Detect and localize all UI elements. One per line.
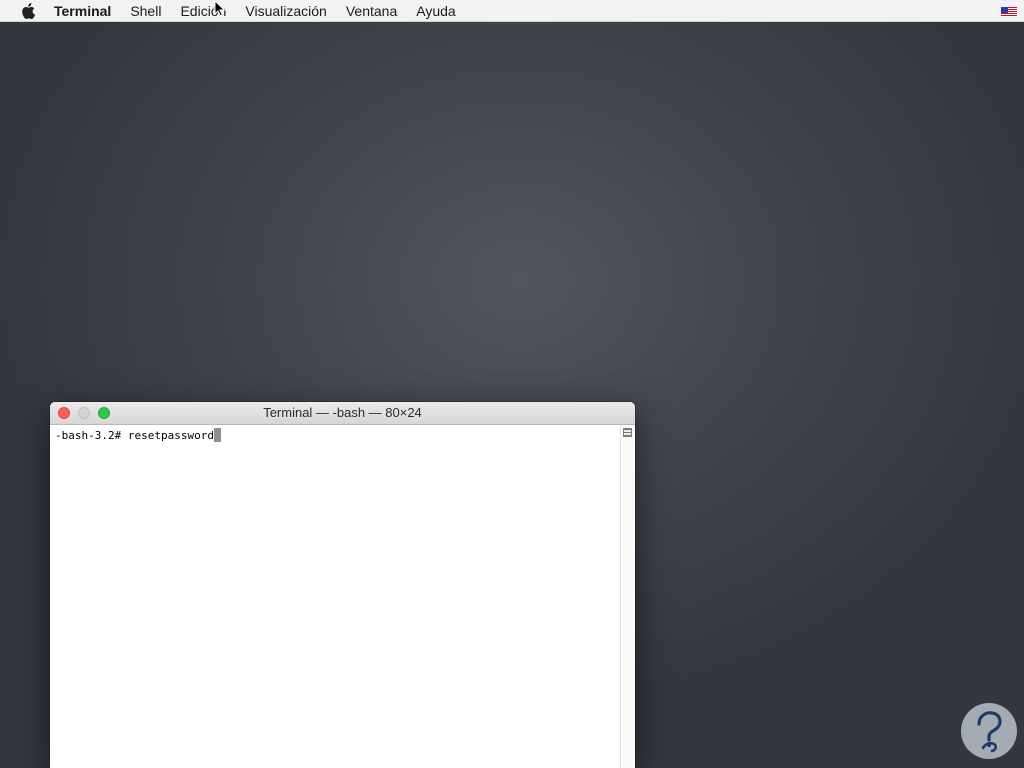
typed-command: resetpassword — [127, 428, 214, 442]
terminal-content[interactable]: -bash-3.2# resetpassword — [50, 425, 620, 768]
window-title: Terminal — -bash — 80×24 — [263, 405, 422, 420]
text-cursor — [213, 428, 221, 442]
zoom-icon[interactable] — [98, 407, 110, 419]
shell-prompt: -bash-3.2# — [55, 428, 128, 442]
split-pane-icon[interactable] — [623, 428, 632, 437]
menu-bar: Terminal Shell Edición Visualización Ven… — [0, 0, 1024, 22]
window-titlebar[interactable]: Terminal — -bash — 80×24 — [50, 402, 635, 425]
apple-icon[interactable] — [20, 2, 36, 20]
menu-ayuda[interactable]: Ayuda — [416, 0, 455, 22]
minimize-icon[interactable] — [78, 407, 90, 419]
menu-terminal[interactable]: Terminal — [54, 0, 111, 22]
menu-shell[interactable]: Shell — [130, 0, 161, 22]
terminal-window: Terminal — -bash — 80×24 -bash-3.2# rese… — [50, 402, 635, 768]
us-flag-icon[interactable] — [1001, 5, 1017, 16]
command-line: -bash-3.2# resetpassword — [55, 428, 221, 442]
menu-ventana[interactable]: Ventana — [346, 0, 397, 22]
vertical-scrollbar[interactable] — [620, 425, 635, 768]
close-icon[interactable] — [58, 407, 70, 419]
menu-visualizacion[interactable]: Visualización — [245, 0, 326, 22]
mouse-pointer-icon — [214, 0, 226, 17]
solvetic-logo — [960, 702, 1018, 760]
